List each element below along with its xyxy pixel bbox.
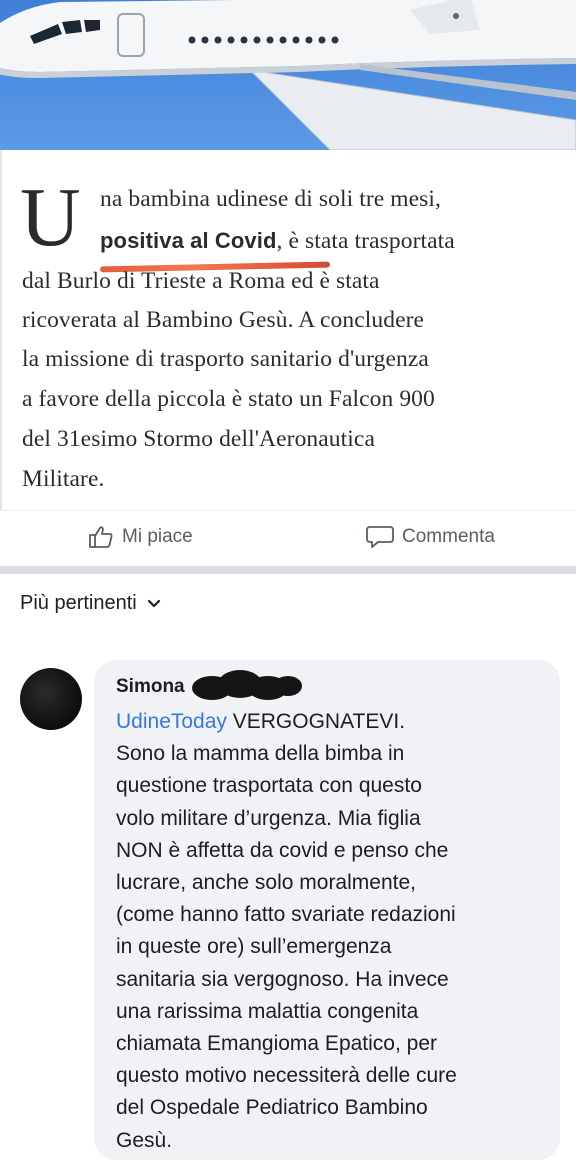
- comment-line: (come hanno fatto svariate redazioni: [116, 903, 456, 927]
- comma: ,: [276, 228, 283, 254]
- comment-sort-dropdown[interactable]: Più pertinenti: [20, 592, 161, 615]
- dropcap-letter: U: [20, 171, 81, 264]
- highlighted-phrase: positiva al Covid: [100, 228, 277, 253]
- article-line-2-rest: è stata trasportata: [288, 228, 455, 254]
- like-button[interactable]: Mi piace: [88, 525, 193, 549]
- thumbs-up-icon: [89, 526, 113, 548]
- comment-line: del Ospedale Pediatrico Bambino: [116, 1096, 428, 1120]
- mentioned-page-link[interactable]: UdineToday: [116, 710, 227, 733]
- article-line-7: del 31esimo Stormo dell'Aeronautica: [22, 426, 375, 452]
- comment-bubble: Simona UdineToday VERGOGNATEVI. Sono la …: [94, 660, 560, 1160]
- article-line-6: a favore della piccola è stato un Falcon…: [22, 386, 435, 412]
- chevron-down-icon: [147, 599, 160, 607]
- comment-line: volo militare d’urgenza. Mia figlia: [116, 806, 421, 830]
- comment-line-1: UdineToday VERGOGNATEVI.: [116, 706, 546, 738]
- comment-line: questo motivo necessiterà delle cure: [116, 1064, 457, 1088]
- comment-button[interactable]: Commenta: [366, 525, 495, 549]
- comment-line: sanitaria sia vergognoso. Ha invece: [116, 967, 449, 991]
- article-line-2: positiva al Covid, è stata trasportata: [100, 228, 455, 255]
- commenter-avatar[interactable]: [20, 668, 82, 730]
- section-divider: [0, 566, 576, 574]
- redaction-scribble: [192, 670, 302, 700]
- comment-line-1-text: VERGOGNATEVI.: [232, 710, 406, 733]
- comment-line: questione trasportata con questo: [116, 774, 422, 798]
- comment-line: Sono la mamma della bimba in: [116, 742, 405, 766]
- article-line-5: la missione di trasporto sanitario d'urg…: [22, 346, 429, 372]
- like-label: Mi piace: [122, 526, 193, 547]
- article-text: U na bambina udinese di soli tre mesi, p…: [0, 150, 576, 510]
- comment-line: chiamata Emangioma Epatico, per: [116, 1032, 437, 1056]
- post-action-bar: Mi piace Commenta: [0, 510, 576, 566]
- comment-author-name[interactable]: Simona: [116, 676, 185, 698]
- comment-line: Gesù.: [116, 1128, 173, 1152]
- airplane-illustration: [0, 0, 576, 150]
- comment-line: NON è affetta da covid e penso che: [116, 838, 449, 862]
- sort-label: Più pertinenti: [20, 592, 137, 614]
- comment-line: una rarissima malattia congenita: [116, 999, 419, 1023]
- article-line-3: dal Burlo di Trieste a Roma ed è stata: [22, 268, 380, 294]
- comment-bubble-icon: [366, 526, 394, 548]
- comment-line: lucrare, anche solo moralmente,: [116, 871, 416, 895]
- article-image-airplane[interactable]: [0, 0, 576, 150]
- comment-label: Commenta: [402, 526, 495, 547]
- article-line-1: na bambina udinese di soli tre mesi,: [100, 186, 442, 212]
- comment-line: in queste ore) sull’emergenza: [116, 935, 392, 959]
- comment-text: UdineToday VERGOGNATEVI. Sono la mamma d…: [116, 706, 546, 1157]
- article-line-4: ricoverata al Bambino Gesù. A concludere: [22, 307, 425, 333]
- article-line-8: Militare.: [22, 466, 105, 492]
